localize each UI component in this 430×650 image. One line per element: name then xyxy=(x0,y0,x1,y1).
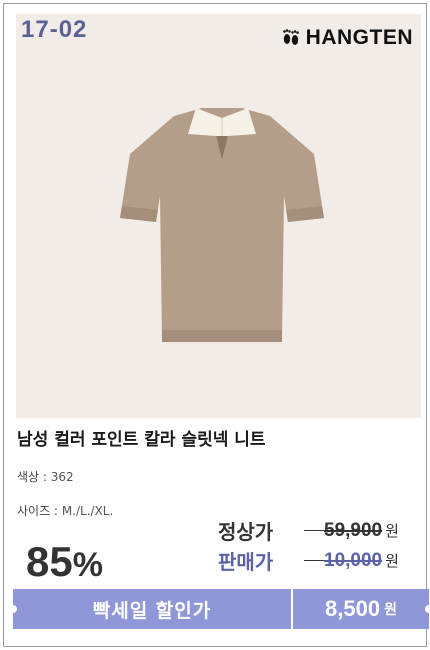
size-label: 사이즈 : xyxy=(17,504,58,518)
strike-dash xyxy=(304,560,324,561)
sale-price-label: 판매가 xyxy=(218,550,274,574)
size-info: 사이즈 : M./L./XL. xyxy=(17,502,113,519)
brand-name: HANGTEN xyxy=(305,26,413,49)
ticket-notch xyxy=(425,605,430,613)
flash-sale-button[interactable]: 빡세일 할인가 xyxy=(9,589,291,629)
flash-sale-label: 빡세일 할인가 xyxy=(92,599,212,622)
color-info: 색상 : 362 xyxy=(17,468,74,485)
product-image[interactable]: 17-02 HANGTEN xyxy=(16,14,421,418)
product-code: 17-02 xyxy=(21,16,88,43)
sale-price-row: 판매가 10,000 원 xyxy=(218,546,399,575)
discount-percent-sign: % xyxy=(72,546,103,584)
regular-price-label: 정상가 xyxy=(218,520,274,544)
product-name[interactable]: 남성 컬러 포인트 칼라 슬릿넥 니트 xyxy=(17,425,266,450)
sale-price-currency: 원 xyxy=(385,552,399,570)
ticket-notch xyxy=(9,605,17,613)
strike-dash xyxy=(304,530,324,531)
color-value: 362 xyxy=(50,470,74,484)
size-value: M./L./XL. xyxy=(61,504,114,518)
final-price-value: 8,500 xyxy=(325,596,381,621)
regular-price-value: 59,900 xyxy=(324,519,383,541)
regular-price-currency: 원 xyxy=(385,522,399,540)
product-card[interactable]: 17-02 HANGTEN 남성 컬러 포인트 칼라 슬릿넥 니트 색상: 3… xyxy=(3,3,430,647)
final-price-button[interactable]: 8,500 원 xyxy=(293,589,430,629)
color-label: 색상 : xyxy=(17,470,47,484)
discount-rate: 85% xyxy=(26,538,103,586)
brand-logo: HANGTEN xyxy=(280,26,413,50)
sale-price-value: 10,000 xyxy=(324,549,383,571)
regular-price-row: 정상가 59,900 원 xyxy=(218,516,399,545)
final-price-currency: 원 xyxy=(384,602,397,618)
knit-shirt-image xyxy=(120,108,324,342)
footprints-icon xyxy=(282,29,299,45)
discount-value: 85 xyxy=(26,538,73,585)
